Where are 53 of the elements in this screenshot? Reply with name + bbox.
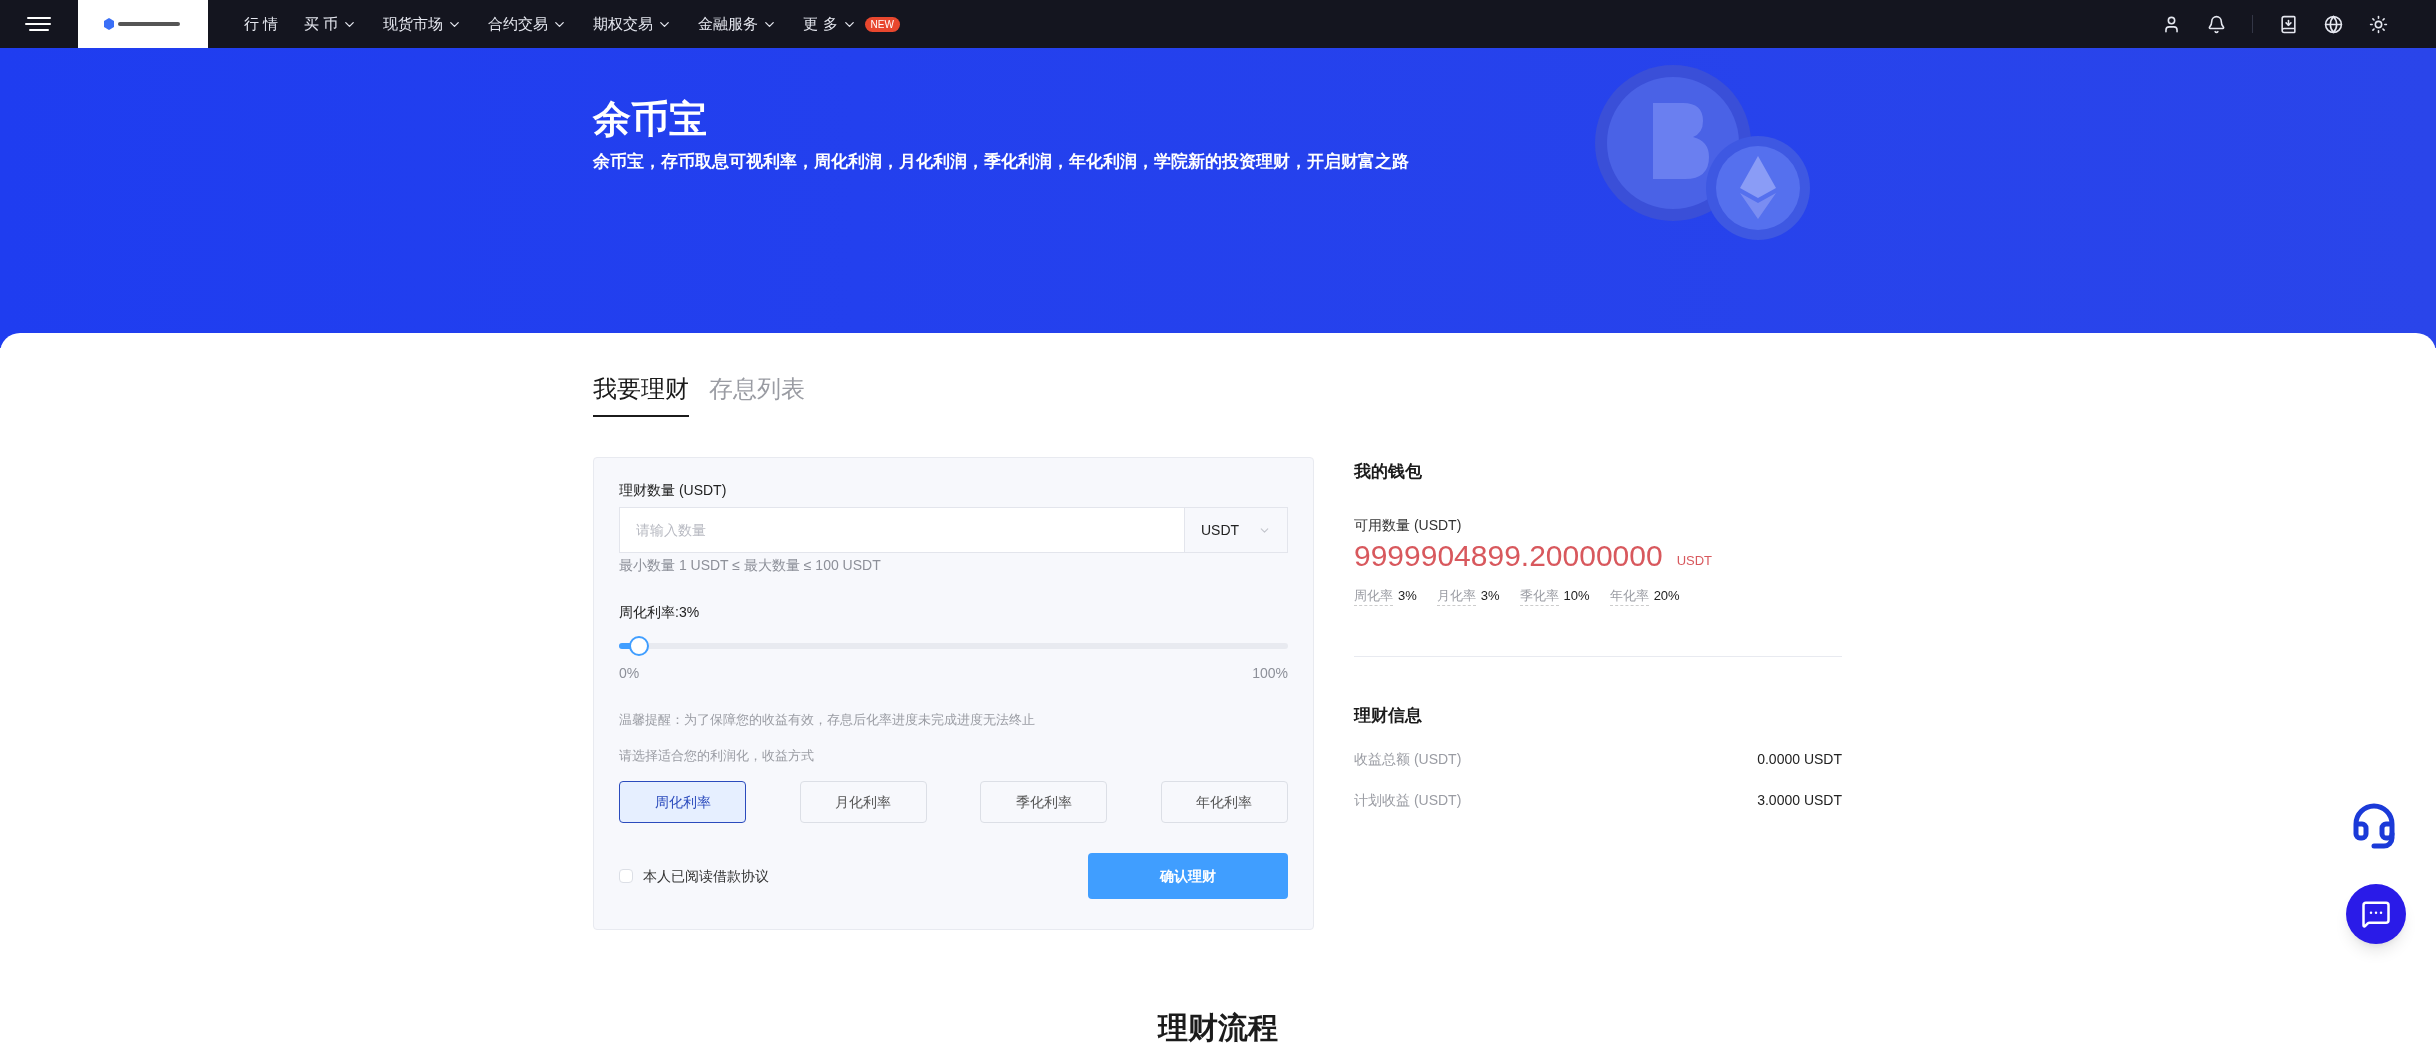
hero-subtitle: 余币宝，存币取息可视利率，周化利润，月化利润，季化利润，年化利润，学院新的投资理财，开启财富之路 bbox=[593, 151, 1409, 173]
hero-title: 余币宝 bbox=[593, 97, 708, 142]
field-label: 理财数量 (USDT) bbox=[619, 481, 728, 500]
user-icon[interactable] bbox=[2162, 14, 2181, 34]
limit-hint: 最小数量 1 USDT ≤ 最大数量 ≤ 100 USDT bbox=[619, 556, 882, 575]
nav-menu-item[interactable]: 期权交易 bbox=[593, 12, 654, 36]
rate-name: 季化率 bbox=[1519, 585, 1559, 606]
rate-name: 年化率 bbox=[1609, 585, 1649, 606]
nav-menu-item[interactable]: 买 币 bbox=[304, 12, 339, 36]
rate-label: 周化利率:3% bbox=[619, 603, 701, 622]
rate-value: 20% bbox=[1653, 586, 1680, 605]
nav-menu-item[interactable]: 金融服务 bbox=[698, 12, 759, 36]
slider-max-label: 100% bbox=[1252, 664, 1288, 683]
wallet-title: 我的钱包 bbox=[1354, 461, 1423, 483]
globe-icon[interactable] bbox=[2324, 14, 2343, 34]
chat-icon bbox=[2361, 899, 2391, 929]
rate-option-button[interactable]: 季化利率 bbox=[980, 781, 1108, 823]
info-label: 收益总额 (USDT) bbox=[1354, 749, 1462, 769]
info-value: 3.0000 USDT bbox=[1757, 790, 1842, 810]
new-badge: NEW bbox=[864, 16, 900, 32]
menu-icon[interactable] bbox=[25, 16, 53, 32]
nav-menu-item[interactable]: 现货市场 bbox=[383, 12, 444, 36]
rate-value: 3% bbox=[1398, 586, 1417, 605]
section-title: 理财流程 bbox=[1158, 1010, 1278, 1046]
nav-menu-item[interactable]: 合约交易 bbox=[488, 12, 549, 36]
rate-value: 3% bbox=[1480, 586, 1500, 605]
download-icon[interactable] bbox=[2279, 14, 2298, 34]
rate-option-button[interactable]: 年化利率 bbox=[1160, 781, 1288, 823]
nav-menu-item[interactable]: 行 情 bbox=[244, 12, 279, 36]
balance-unit: USDT bbox=[1676, 552, 1713, 570]
agreement-checkbox[interactable] bbox=[619, 869, 633, 883]
rate-option-button[interactable]: 月化利率 bbox=[799, 781, 927, 823]
logo[interactable] bbox=[78, 0, 208, 48]
tab[interactable]: 我要理财 bbox=[593, 371, 689, 417]
bell-icon[interactable] bbox=[2207, 14, 2226, 34]
info-label: 计划收益 (USDT) bbox=[1354, 790, 1462, 810]
rate-option-button[interactable]: 周化利率 bbox=[619, 781, 746, 823]
choose-hint: 请选择适合您的利润化，收益方式 bbox=[619, 746, 815, 765]
wallet-balance: 9999904899.20000000 bbox=[1354, 537, 1663, 574]
rate-name: 月化率 bbox=[1436, 585, 1476, 606]
rate-name: 周化率 bbox=[1354, 585, 1393, 606]
notice-text: 温馨提醒：为了保障您的收益有效，存息后化率进度未完成进度无法终止 bbox=[619, 711, 1036, 729]
info-value: 0.0000 USDT bbox=[1757, 749, 1842, 769]
nav-menu-item[interactable]: 更 多 bbox=[803, 12, 838, 36]
theme-icon[interactable] bbox=[2369, 14, 2388, 34]
currency-select[interactable]: USDT bbox=[1185, 507, 1288, 553]
info-title: 理财信息 bbox=[1354, 705, 1423, 727]
available-label: 可用数量 (USDT) bbox=[1354, 515, 1463, 535]
slider-handle[interactable] bbox=[629, 636, 650, 656]
slider-min-label: 0% bbox=[619, 664, 640, 683]
rate-value: 10% bbox=[1563, 586, 1590, 605]
agreement-label: 本人已阅读借款协议 bbox=[643, 866, 769, 886]
amount-input-field[interactable]: 请输入数量 bbox=[619, 507, 1185, 553]
